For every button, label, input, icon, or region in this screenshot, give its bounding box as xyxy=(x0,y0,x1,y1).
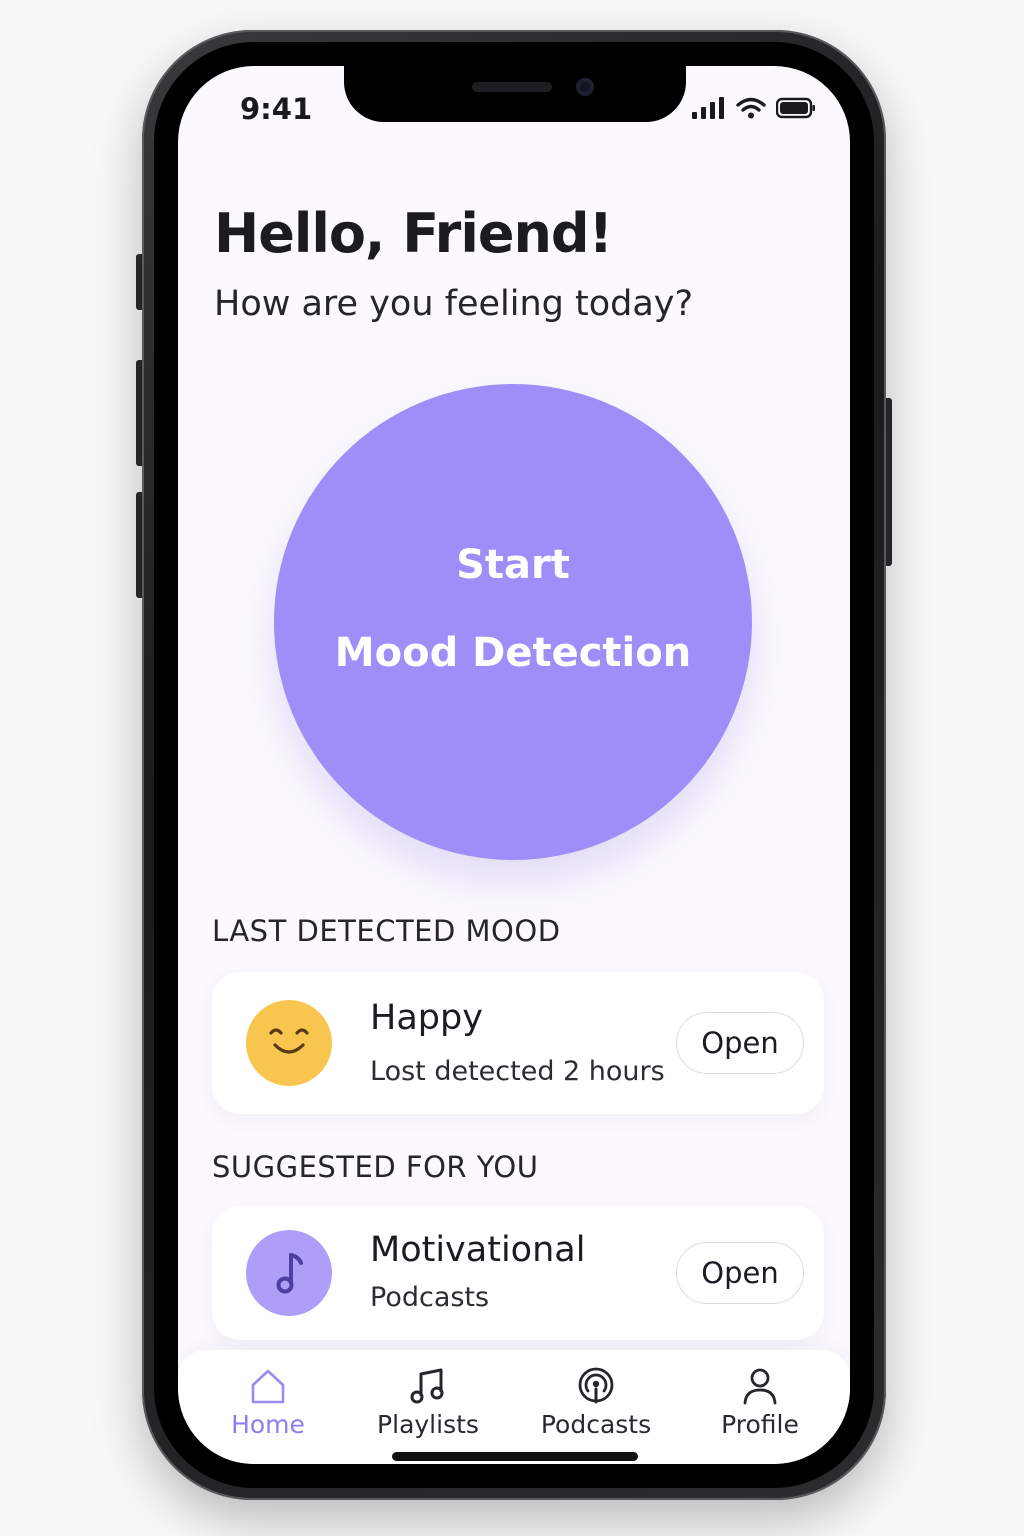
status-icons xyxy=(692,97,816,119)
tab-playlists-label: Playlists xyxy=(377,1410,479,1439)
tab-home[interactable]: Home xyxy=(198,1366,338,1446)
signal-icon xyxy=(692,97,724,119)
greeting-title: Hello, Friend! xyxy=(214,202,613,265)
tab-home-label: Home xyxy=(231,1410,305,1439)
notch xyxy=(344,66,686,122)
suggested-subtitle: Podcasts xyxy=(370,1282,490,1313)
tab-profile[interactable]: Profile xyxy=(690,1366,830,1446)
last-mood-title: Happy xyxy=(370,998,483,1038)
tab-playlists[interactable]: Playlists xyxy=(358,1366,498,1446)
tab-profile-label: Profile xyxy=(721,1410,799,1439)
wifi-icon xyxy=(736,97,766,119)
last-mood-subtitle: Lost detected 2 hours xyxy=(370,1056,665,1087)
mood-button-line1: Start xyxy=(456,542,570,588)
front-camera xyxy=(576,78,594,96)
music-note-icon xyxy=(410,1368,444,1404)
last-mood-section-label: LAST DETECTED MOOD xyxy=(212,914,561,948)
bottom-tab-bar: Home Playlists Podcasts Profile xyxy=(178,1350,850,1464)
battery-icon xyxy=(776,97,815,119)
suggested-card[interactable]: Motivational Podcasts Open xyxy=(212,1206,824,1340)
phone-screen: 9:41 Hello, Friend! How are you feeling … xyxy=(178,66,850,1464)
stage: 9:41 Hello, Friend! How are you feeling … xyxy=(0,0,1024,1536)
last-mood-card[interactable]: Happy Lost detected 2 hours Open xyxy=(212,972,824,1114)
last-mood-open-button[interactable]: Open xyxy=(676,1012,804,1074)
person-icon xyxy=(743,1368,777,1405)
speaker-grille xyxy=(472,82,552,92)
status-time: 9:41 xyxy=(240,92,313,126)
tab-podcasts-label: Podcasts xyxy=(540,1410,652,1439)
podcast-icon xyxy=(578,1367,614,1404)
tab-podcasts[interactable]: Podcasts xyxy=(526,1366,666,1446)
suggested-open-button[interactable]: Open xyxy=(676,1242,804,1304)
home-icon xyxy=(251,1369,285,1404)
greeting-subtitle: How are you feeling today? xyxy=(214,284,694,324)
start-mood-detection-button[interactable]: Start Mood Detection xyxy=(274,384,752,860)
suggested-section-label: SUGGESTED FOR YOU xyxy=(212,1150,539,1184)
music-note-icon xyxy=(246,1230,332,1316)
smiley-face-icon xyxy=(246,1000,332,1086)
suggested-title: Motivational xyxy=(370,1230,586,1270)
home-indicator xyxy=(392,1452,638,1461)
mood-button-line2: Mood Detection xyxy=(334,630,692,676)
